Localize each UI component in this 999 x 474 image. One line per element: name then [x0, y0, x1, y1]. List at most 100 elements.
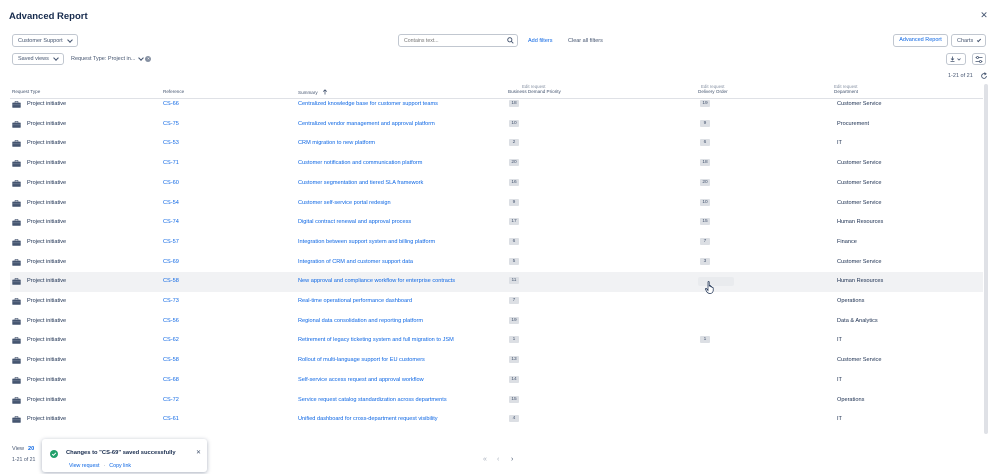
business-demand-priority-cell[interactable]: 13 — [509, 356, 519, 364]
advanced-report-button[interactable]: Advanced Report — [893, 34, 948, 47]
charts-dropdown[interactable]: Charts — [951, 34, 986, 47]
summary-link[interactable]: Centralized knowledge base for customer … — [298, 101, 438, 107]
summary-link[interactable]: Retirement of legacy ticketing system an… — [298, 337, 454, 343]
business-demand-priority-cell[interactable]: 20 — [509, 159, 519, 167]
delivery-order-cell[interactable]: 20 — [700, 178, 710, 186]
column-header-request-type[interactable]: Request Type — [12, 89, 40, 94]
delivery-order-cell[interactable]: 7 — [700, 237, 710, 245]
view-request-link[interactable]: View request — [69, 463, 100, 469]
reference-link[interactable]: CS-62 — [163, 337, 179, 343]
delivery-order-cell[interactable]: 6 — [700, 139, 710, 147]
summary-link[interactable]: Rollout of multi-language support for EU… — [298, 357, 425, 363]
reference-link[interactable]: CS-68 — [163, 377, 179, 383]
summary-link[interactable]: CRM migration to new platform — [298, 140, 375, 146]
summary-link[interactable]: Unified dashboard for cross-department r… — [298, 416, 438, 422]
reference-link[interactable]: CS-73 — [163, 298, 179, 304]
business-demand-priority-cell[interactable]: 7 — [509, 297, 519, 304]
summary-link[interactable]: Regional data consolidation and reportin… — [298, 318, 423, 324]
delivery-order-cell[interactable]: 1 — [700, 336, 710, 344]
table-row[interactable]: Project initiative CS-57 Integration betwe… — [10, 233, 983, 253]
download-dropdown[interactable] — [946, 53, 966, 65]
delivery-order-edit-field[interactable] — [698, 277, 734, 287]
first-page-button[interactable]: « — [483, 456, 487, 463]
request-type-filter-pill[interactable]: Request Type: Project in... × — [71, 55, 152, 62]
reference-link[interactable]: CS-57 — [163, 239, 179, 245]
delivery-order-cell[interactable]: 3 — [700, 257, 710, 265]
business-demand-priority-cell[interactable]: 18 — [509, 100, 519, 107]
search-icon[interactable] — [507, 37, 514, 44]
reference-link[interactable]: CS-61 — [163, 416, 179, 422]
reference-link[interactable]: CS-66 — [163, 101, 179, 107]
table-row[interactable]: Project initiative CS-68 Self-service acce… — [10, 371, 983, 391]
copy-link-button[interactable]: Copy link — [109, 463, 131, 469]
table-row[interactable]: Project initiative CS-58 New approval and … — [10, 272, 983, 293]
refresh-icon[interactable] — [980, 72, 988, 80]
business-demand-priority-cell[interactable]: 19 — [509, 316, 519, 324]
business-demand-priority-cell[interactable]: 11 — [509, 277, 519, 285]
table-row[interactable]: Project initiative CS-62 Retirement of leg… — [10, 331, 983, 351]
column-header-business-demand-priority[interactable]: Business Demand Priority — [508, 89, 561, 94]
delivery-order-cell[interactable]: 18 — [700, 159, 710, 167]
delivery-order-cell[interactable]: 10 — [700, 198, 710, 206]
summary-link[interactable]: Customer notification and communication … — [298, 160, 422, 166]
close-icon[interactable]: ✕ — [196, 449, 201, 456]
table-row[interactable]: Project initiative CS-66 Centralized knowl… — [10, 95, 983, 115]
next-page-button[interactable]: › — [511, 456, 513, 463]
page-size-selector[interactable]: View 20 — [12, 446, 34, 452]
business-demand-priority-cell[interactable]: 1 — [509, 336, 519, 344]
business-demand-priority-cell[interactable]: 10 — [509, 119, 519, 127]
column-settings-button[interactable] — [972, 53, 986, 65]
table-row[interactable]: Project initiative CS-74 Digital contract … — [10, 213, 983, 233]
table-row[interactable]: Project initiative CS-75 Centralized vendo… — [10, 115, 983, 135]
reference-link[interactable]: CS-74 — [163, 219, 179, 225]
clear-filters-button[interactable]: Clear all filters — [568, 38, 603, 44]
business-demand-priority-cell[interactable]: 16 — [509, 178, 519, 186]
close-icon[interactable]: ✕ — [979, 10, 989, 20]
table-row[interactable]: Project initiative CS-72 Service request c… — [10, 391, 983, 411]
chevron-down-icon[interactable] — [138, 55, 145, 61]
business-demand-priority-cell[interactable]: 15 — [509, 395, 519, 403]
table-row[interactable]: Project initiative CS-53 CRM migration to … — [10, 134, 983, 154]
reference-link[interactable]: CS-69 — [163, 259, 179, 265]
column-header-reference[interactable]: Reference — [163, 89, 184, 94]
table-row[interactable]: Project initiative CS-71 Customer notifica… — [10, 154, 983, 174]
reference-link[interactable]: CS-58 — [163, 278, 179, 284]
summary-link[interactable]: Integration of CRM and customer support … — [298, 259, 413, 265]
table-row[interactable]: Project initiative CS-73 Real-time operati… — [10, 292, 983, 312]
table-row[interactable]: Project initiative CS-58 Rollout of multi-… — [10, 351, 983, 371]
summary-link[interactable]: Customer segmentation and tiered SLA fra… — [298, 180, 423, 186]
table-row[interactable]: Project initiative CS-56 Regional data con… — [10, 312, 983, 332]
clear-filter-icon[interactable]: × — [145, 56, 152, 62]
reference-link[interactable]: CS-75 — [163, 121, 179, 127]
summary-link[interactable]: Centralized vendor management and approv… — [298, 121, 435, 127]
add-filters-button[interactable]: Add filters — [528, 38, 552, 44]
summary-link[interactable]: Real-time operational performance dashbo… — [298, 298, 412, 304]
business-demand-priority-cell[interactable]: 5 — [509, 257, 519, 265]
summary-link[interactable]: Digital contract renewal and approval pr… — [298, 219, 411, 225]
summary-link[interactable]: Customer self-service portal redesign — [298, 200, 391, 206]
reference-link[interactable]: CS-60 — [163, 180, 179, 186]
summary-link[interactable]: Service request catalog standardization … — [298, 397, 447, 403]
table-row[interactable]: Project initiative CS-54 Customer self-ser… — [10, 194, 983, 214]
business-demand-priority-cell[interactable]: 14 — [509, 375, 519, 383]
search-input[interactable] — [398, 34, 518, 47]
column-header-department[interactable]: Department — [834, 89, 858, 94]
column-header-delivery-order[interactable]: Delivery Order — [698, 89, 728, 94]
reference-link[interactable]: CS-58 — [163, 357, 179, 363]
business-demand-priority-cell[interactable]: 17 — [509, 218, 519, 226]
previous-page-button[interactable]: ‹ — [497, 456, 499, 463]
reference-link[interactable]: CS-71 — [163, 160, 179, 166]
table-row[interactable]: Project initiative CS-60 Customer segmenta… — [10, 174, 983, 194]
table-row[interactable]: Project initiative CS-69 Integration of CR… — [10, 253, 983, 273]
scrollbar[interactable] — [984, 84, 988, 434]
reference-link[interactable]: CS-53 — [163, 140, 179, 146]
delivery-order-cell[interactable]: 9 — [700, 119, 710, 127]
reference-link[interactable]: CS-56 — [163, 318, 179, 324]
business-demand-priority-cell[interactable]: 6 — [509, 237, 519, 245]
summary-link[interactable]: Self-service access request and approval… — [298, 377, 424, 383]
reference-link[interactable]: CS-72 — [163, 397, 179, 403]
delivery-order-cell[interactable]: 19 — [700, 100, 710, 107]
table-row[interactable]: Project initiative CS-61 Unified dashboard… — [10, 410, 983, 430]
summary-link[interactable]: Integration between support system and b… — [298, 239, 435, 245]
reference-link[interactable]: CS-54 — [163, 200, 179, 206]
